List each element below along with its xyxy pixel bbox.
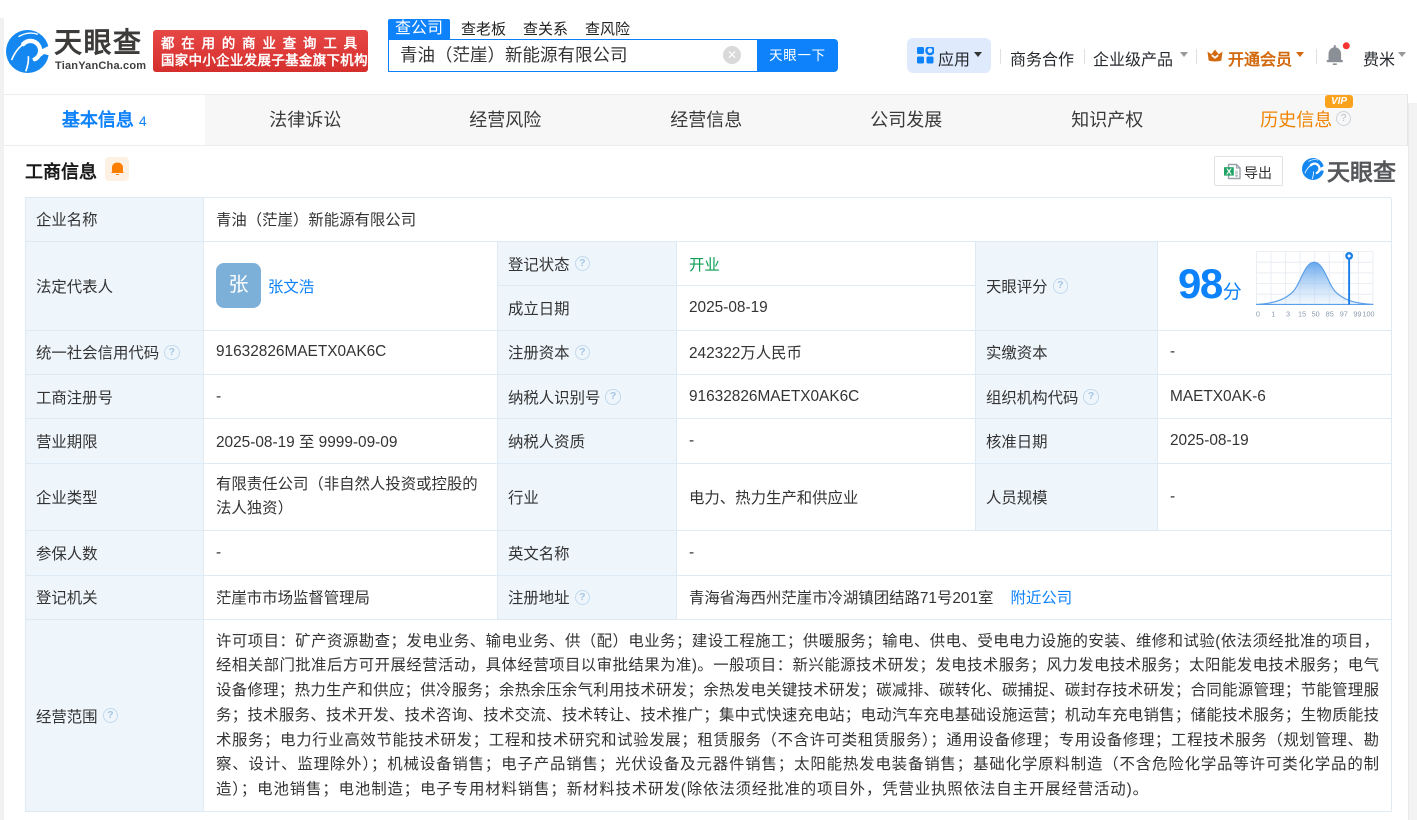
svg-text:85: 85 xyxy=(1325,309,1333,318)
svg-text:0: 0 xyxy=(1256,309,1260,318)
svg-text:99: 99 xyxy=(1353,309,1361,318)
svg-text:97: 97 xyxy=(1339,309,1347,318)
svg-text:X: X xyxy=(1226,166,1232,176)
svg-text:3: 3 xyxy=(1286,309,1290,318)
svg-text:50: 50 xyxy=(1311,309,1319,318)
svg-text:15: 15 xyxy=(1298,309,1306,318)
svg-text:1: 1 xyxy=(1271,309,1275,318)
svg-text:100: 100 xyxy=(1362,309,1374,318)
